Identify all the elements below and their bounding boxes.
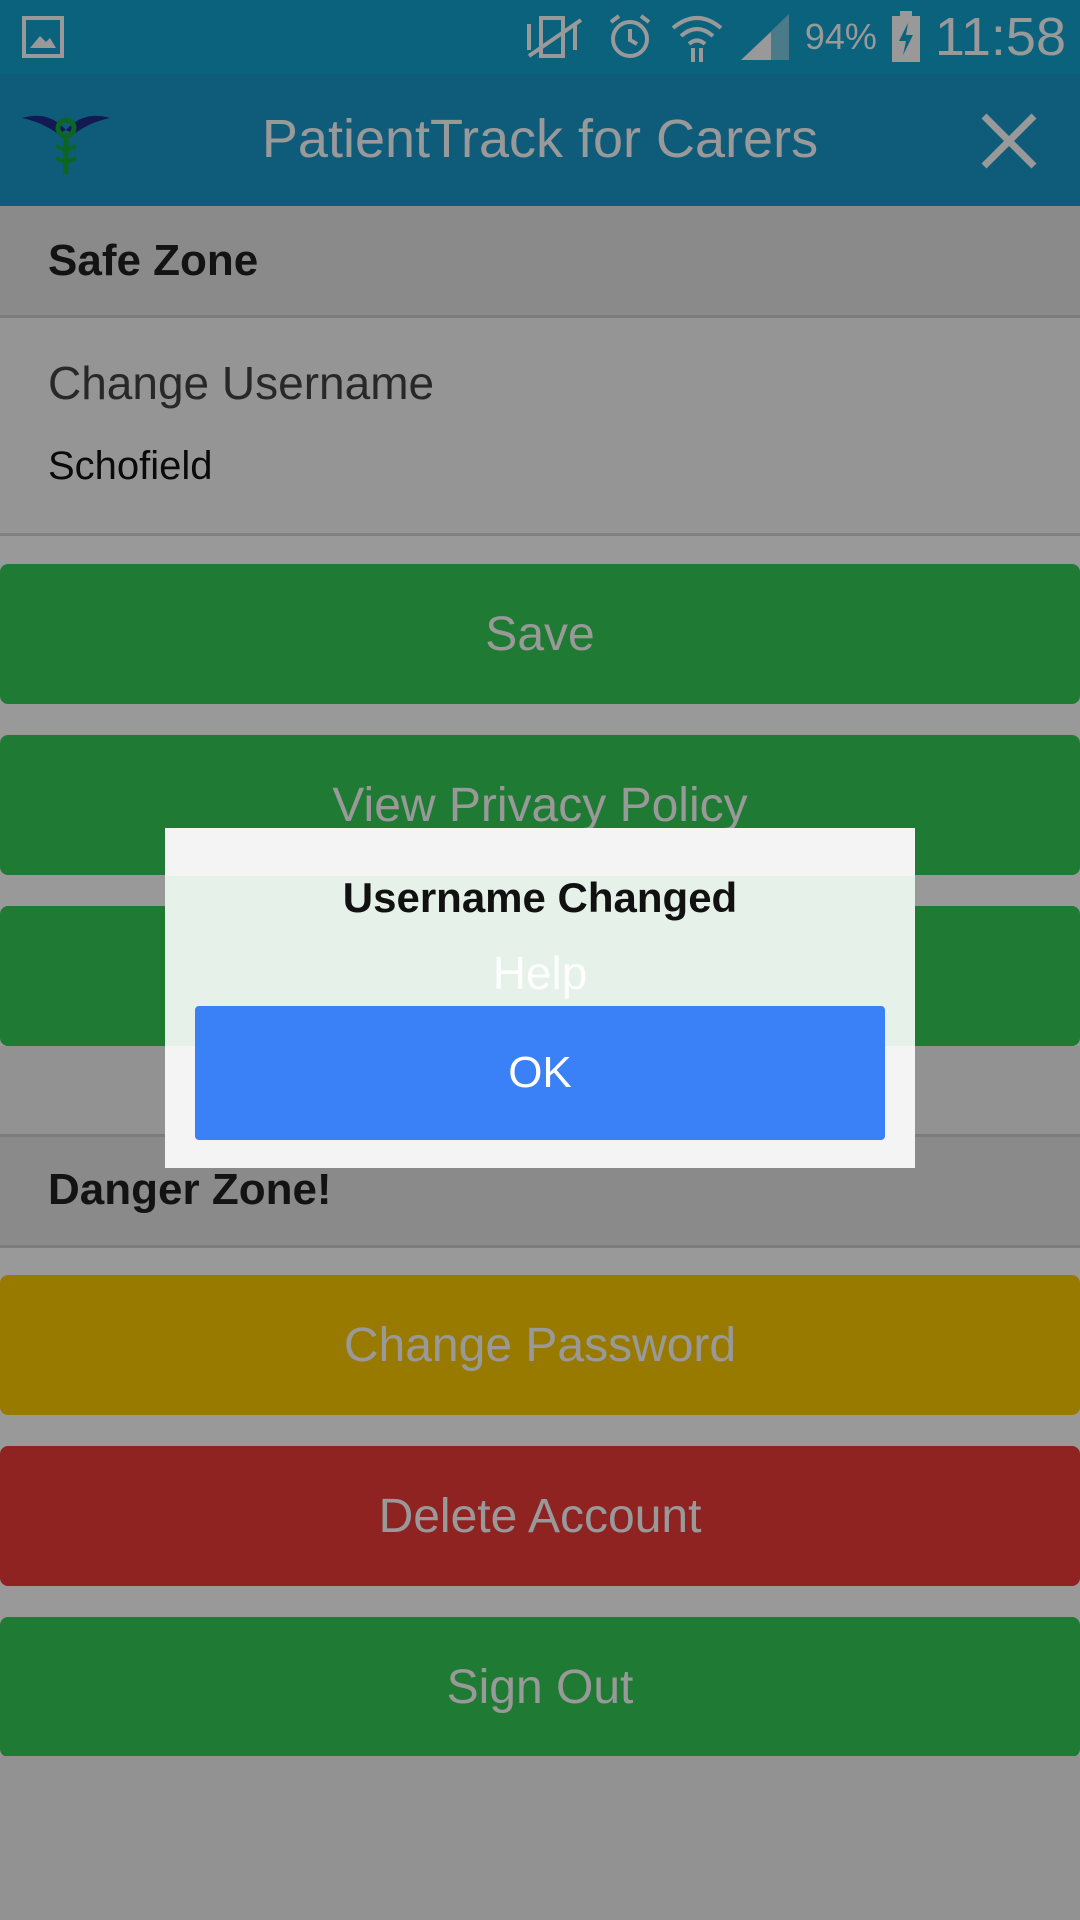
help-button-label: Help [492, 947, 588, 999]
alert-dialog: Help Username Changed OK [165, 828, 915, 1168]
ok-button[interactable]: OK [195, 1006, 885, 1140]
dialog-message: Username Changed [342, 874, 738, 921]
